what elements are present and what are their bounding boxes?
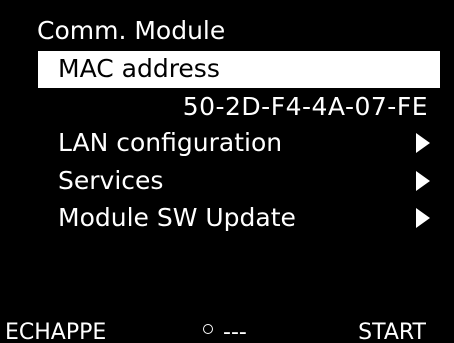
triangle-right-icon	[416, 171, 430, 191]
triangle-right-icon	[416, 133, 430, 153]
triangle-right-icon	[416, 208, 430, 228]
softkey-escape[interactable]: ECHAPPE	[5, 318, 106, 343]
menu-item-label: Services	[58, 166, 164, 195]
mac-address-value: 50-2D-F4-4A-07-FE	[182, 92, 428, 121]
circle-icon	[203, 324, 213, 334]
menu-item-label: Module SW Update	[58, 203, 296, 232]
menu-item-module-sw-update[interactable]: Module SW Update	[38, 201, 440, 237]
softkey-start[interactable]: START	[358, 318, 426, 343]
menu-item-lan-configuration[interactable]: LAN configuration	[38, 126, 440, 162]
menu-item-label: LAN configuration	[58, 128, 283, 157]
menu-item-label: MAC address	[58, 54, 220, 83]
softkey-center[interactable]: ---	[203, 318, 247, 343]
menu-item-mac-address[interactable]: MAC address	[38, 51, 440, 88]
menu-item-services[interactable]: Services	[38, 164, 440, 200]
display-screen: Comm. Module MAC address 50-2D-F4-4A-07-…	[0, 0, 454, 343]
softkey-center-label: ---	[223, 320, 247, 343]
softkey-bar: ECHAPPE --- START	[0, 318, 454, 343]
screen-title: Comm. Module	[37, 16, 226, 45]
